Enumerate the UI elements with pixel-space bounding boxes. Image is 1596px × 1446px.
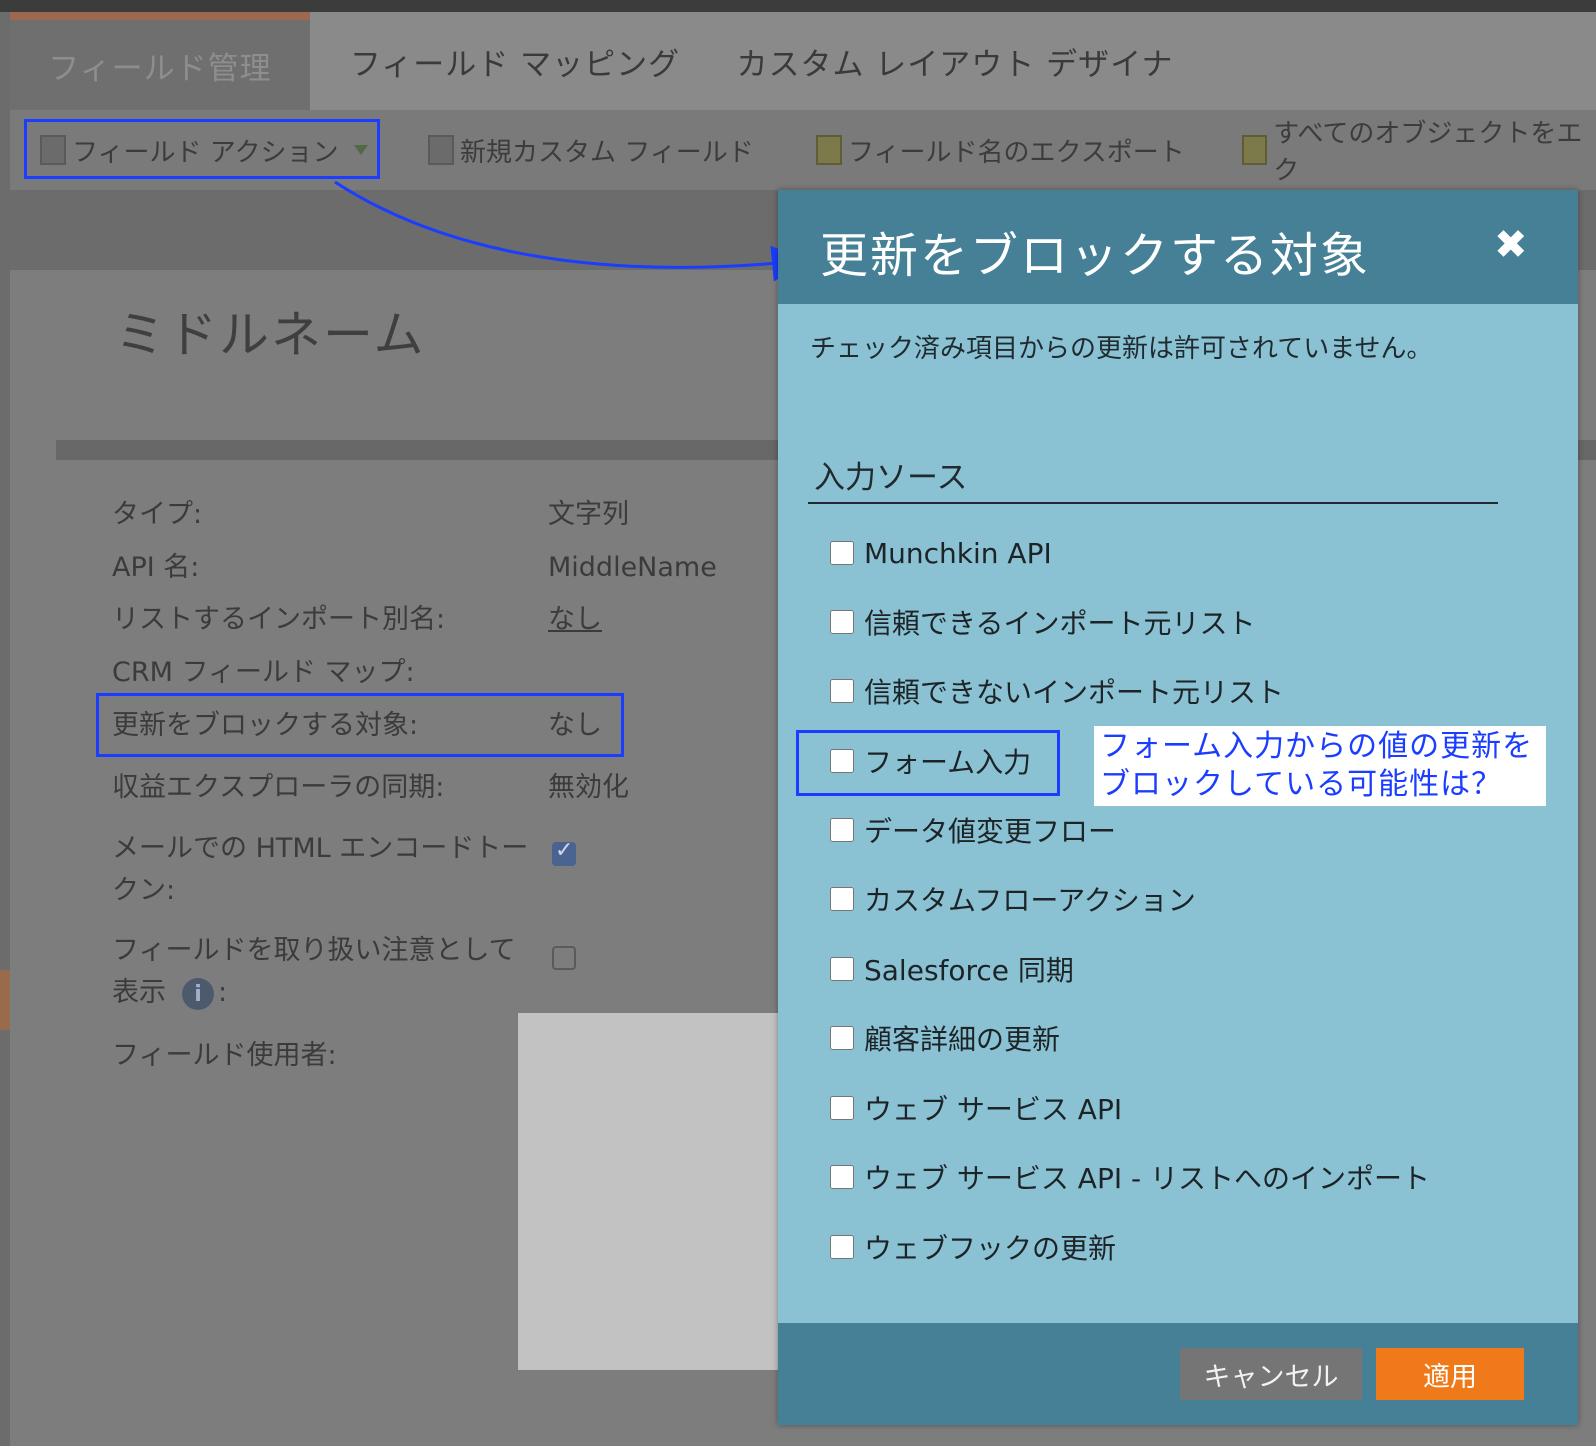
crm-field-map-label: CRM フィールド マップ: xyxy=(112,657,415,688)
annotation-highlight-form-fill xyxy=(796,730,1060,796)
option-untrusted-import-list[interactable]: 信頼できないインポート元リスト xyxy=(830,671,1284,711)
option-checkbox[interactable] xyxy=(830,679,854,703)
sensitive-label: フィールドを取り扱い注意として 表示: xyxy=(112,930,532,1014)
import-alias-link[interactable]: なし xyxy=(548,599,602,641)
api-name-value: MiddleName xyxy=(548,552,717,583)
cancel-button[interactable]: キャンセル xyxy=(1180,1348,1362,1400)
option-trusted-import-list[interactable]: 信頼できるインポート元リスト xyxy=(830,602,1255,642)
dialog-header: 更新をブロックする対象 ✖ xyxy=(778,190,1578,304)
option-checkbox[interactable] xyxy=(830,1165,854,1189)
close-icon[interactable]: ✖ xyxy=(1494,222,1528,268)
section-divider xyxy=(808,502,1498,504)
revenue-explorer-sync-value: 無効化 xyxy=(548,772,629,803)
option-checkbox[interactable] xyxy=(830,957,854,981)
tab-field-management[interactable]: フィールド管理 xyxy=(10,12,310,110)
option-custom-flow-action[interactable]: カスタムフローアクション xyxy=(830,879,1196,919)
annotation-highlight-field-actions xyxy=(24,119,380,179)
dialog-description: チェック済み項目からの更新は許可されていません。 xyxy=(810,334,1433,364)
spreadsheet-icon xyxy=(816,135,842,165)
option-label: Munchkin API xyxy=(864,536,1052,570)
new-custom-field-button[interactable]: 新規カスタム フィールド xyxy=(428,110,754,190)
import-alias-label: リストするインポート別名: xyxy=(112,604,446,635)
option-checkbox[interactable] xyxy=(830,610,854,634)
option-label: 信頼できるインポート元リスト xyxy=(864,607,1256,640)
export-field-names-label: フィールド名のエクスポート xyxy=(848,137,1185,168)
html-encode-checkbox[interactable] xyxy=(552,838,576,866)
option-webhook-update[interactable]: ウェブフックの更新 xyxy=(830,1227,1116,1267)
sensitive-label-line2: 表示 xyxy=(112,977,166,1008)
option-checkbox[interactable] xyxy=(830,1096,854,1120)
option-data-value-change-flow[interactable]: データ値変更フロー xyxy=(830,810,1116,850)
api-name-label: API 名: xyxy=(112,552,200,583)
sensitive-label-line1: フィールドを取り扱い注意として xyxy=(112,935,516,966)
annotation-highlight-block-updates xyxy=(96,693,624,757)
new-custom-field-label: 新規カスタム フィールド xyxy=(460,137,754,168)
option-label: ウェブ サービス API - リストへのインポート xyxy=(864,1162,1431,1195)
option-label: Salesforce 同期 xyxy=(864,954,1074,987)
option-checkbox[interactable] xyxy=(830,818,854,842)
export-field-names-button[interactable]: フィールド名のエクスポート xyxy=(816,110,1185,190)
revenue-explorer-sync-label: 収益エクスプローラの同期: xyxy=(112,772,445,803)
option-checkbox[interactable] xyxy=(830,1235,854,1259)
tab-custom-layout-designer[interactable]: カスタム レイアウト デザイナ xyxy=(720,12,1190,110)
field-title: ミドルネーム xyxy=(115,306,426,364)
option-checkbox[interactable] xyxy=(830,887,854,911)
type-label: タイプ: xyxy=(112,499,203,530)
annotation-callout: フォーム入力からの値の更新を ブロックしている可能性は？ xyxy=(1094,726,1546,806)
left-accent xyxy=(0,970,10,1030)
info-icon[interactable]: i xyxy=(182,978,214,1010)
option-web-service-api[interactable]: ウェブ サービス API xyxy=(830,1088,1122,1128)
option-customer-detail-update[interactable]: 顧客詳細の更新 xyxy=(830,1018,1060,1058)
top-bar xyxy=(0,0,1596,12)
option-label: 信頼できないインポート元リスト xyxy=(864,676,1285,709)
option-salesforce-sync[interactable]: Salesforce 同期 xyxy=(830,949,1074,989)
export-all-objects-label: すべてのオブジェクトをエク xyxy=(1273,119,1583,186)
input-sources-heading: 入力ソース xyxy=(814,460,968,496)
option-label: 顧客詳細の更新 xyxy=(864,1023,1061,1056)
apply-button[interactable]: 適用 xyxy=(1376,1348,1524,1400)
tab-bar: フィールド管理 フィールド マッピング カスタム レイアウト デザイナ xyxy=(10,12,1596,110)
dialog-title: 更新をブロックする対象 xyxy=(820,228,1371,284)
callout-line1: フォーム入力からの値の更新を xyxy=(1100,729,1534,764)
option-checkbox[interactable] xyxy=(830,1026,854,1050)
used-by-label: フィールド使用者: xyxy=(112,1040,337,1071)
sensitive-label-suffix: : xyxy=(218,977,228,1008)
option-checkbox[interactable] xyxy=(830,541,854,565)
type-value: 文字列 xyxy=(548,499,629,530)
option-web-service-api-list-import[interactable]: ウェブ サービス API - リストへのインポート xyxy=(830,1157,1430,1197)
database-icon xyxy=(428,135,454,165)
option-munchkin-api[interactable]: Munchkin API xyxy=(830,533,1052,573)
export-all-objects-button[interactable]: すべてのオブジェクトをエク xyxy=(1242,110,1596,190)
sensitive-checkbox[interactable] xyxy=(552,946,576,970)
left-strip xyxy=(0,12,10,1446)
field-usage-box xyxy=(518,1013,778,1370)
option-label: ウェブフックの更新 xyxy=(864,1232,1117,1265)
callout-line2: ブロックしている可能性は？ xyxy=(1100,767,1503,802)
option-label: データ値変更フロー xyxy=(864,815,1117,848)
html-encode-label: メールでの HTML エンコードトークン: xyxy=(112,833,529,906)
tab-field-mapping[interactable]: フィールド マッピング xyxy=(310,12,720,110)
option-label: ウェブ サービス API xyxy=(864,1093,1123,1126)
spreadsheet-icon xyxy=(1242,135,1268,165)
block-updates-dialog: 更新をブロックする対象 ✖ チェック済み項目からの更新は許可されていません。 入… xyxy=(778,190,1578,1425)
option-label: カスタムフローアクション xyxy=(864,884,1196,917)
